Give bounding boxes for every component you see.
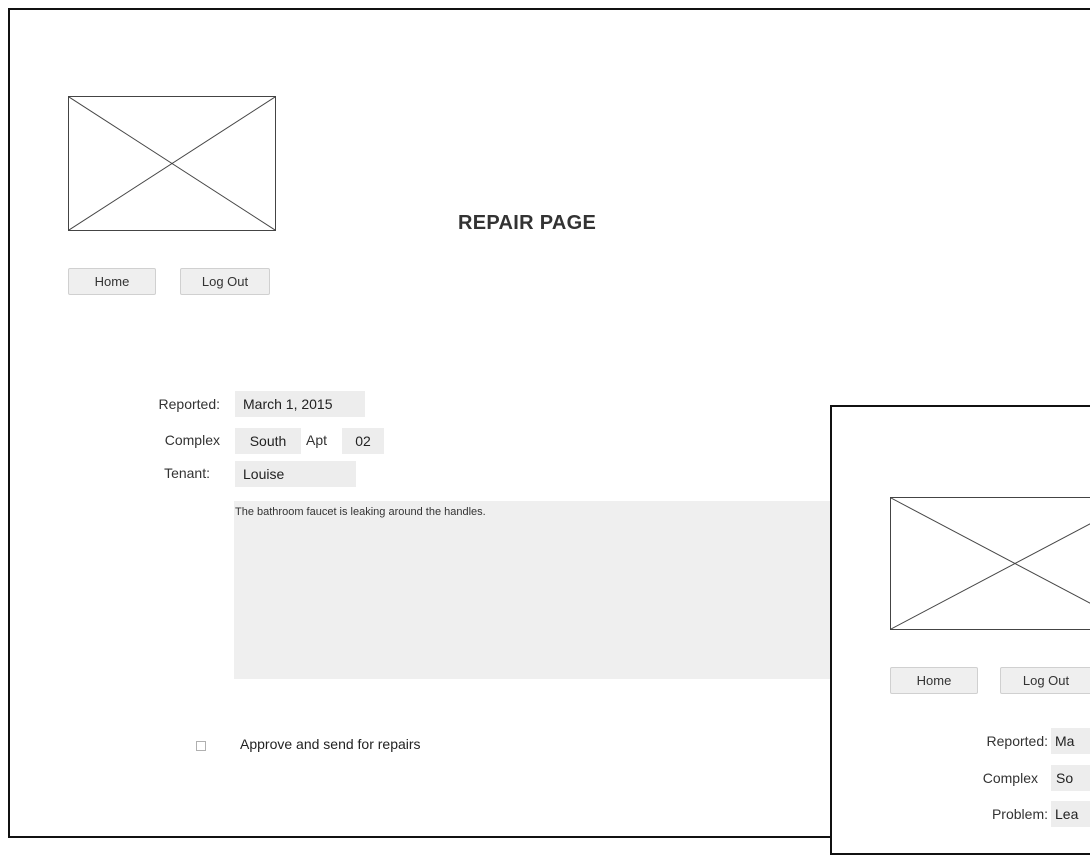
complex-label: Complex [164,432,220,448]
problem-description-textarea[interactable]: The bathroom faucet is leaking around th… [234,501,834,679]
logout-button[interactable]: Log Out [180,268,270,295]
tenant-field[interactable]: Louise [235,461,356,487]
complex-field[interactable]: South [235,428,301,454]
approve-checkbox[interactable] [196,741,206,751]
overlay-reported-label: Reported: [986,733,1048,749]
overlay-image-placeholder-icon [891,498,1090,629]
overlay-logout-button[interactable]: Log Out [1000,667,1090,694]
tenant-label: Tenant: [164,465,210,481]
overlay-reported-field[interactable]: Ma [1051,728,1090,754]
home-button[interactable]: Home [68,268,156,295]
overlay-problem-field[interactable]: Lea [1051,801,1090,827]
logo-image-placeholder [68,96,276,231]
reported-label: Reported: [158,396,220,412]
overlay-logo-image-placeholder [890,497,1090,630]
overlay-complex-label: Complex [982,770,1038,786]
overlay-complex-field[interactable]: So [1051,765,1090,791]
overlay-home-button[interactable]: Home [890,667,978,694]
apt-field[interactable]: 02 [342,428,384,454]
overlay-wireframe-panel: Home Log Out Reported: Ma Complex So Pro… [830,405,1090,855]
reported-field[interactable]: March 1, 2015 [235,391,365,417]
page-title: REPAIR PAGE [458,212,597,234]
approve-label: Approve and send for repairs [240,736,421,752]
apt-label: Apt [306,432,328,448]
image-placeholder-icon [69,97,275,230]
overlay-problem-label: Problem: [991,806,1048,822]
